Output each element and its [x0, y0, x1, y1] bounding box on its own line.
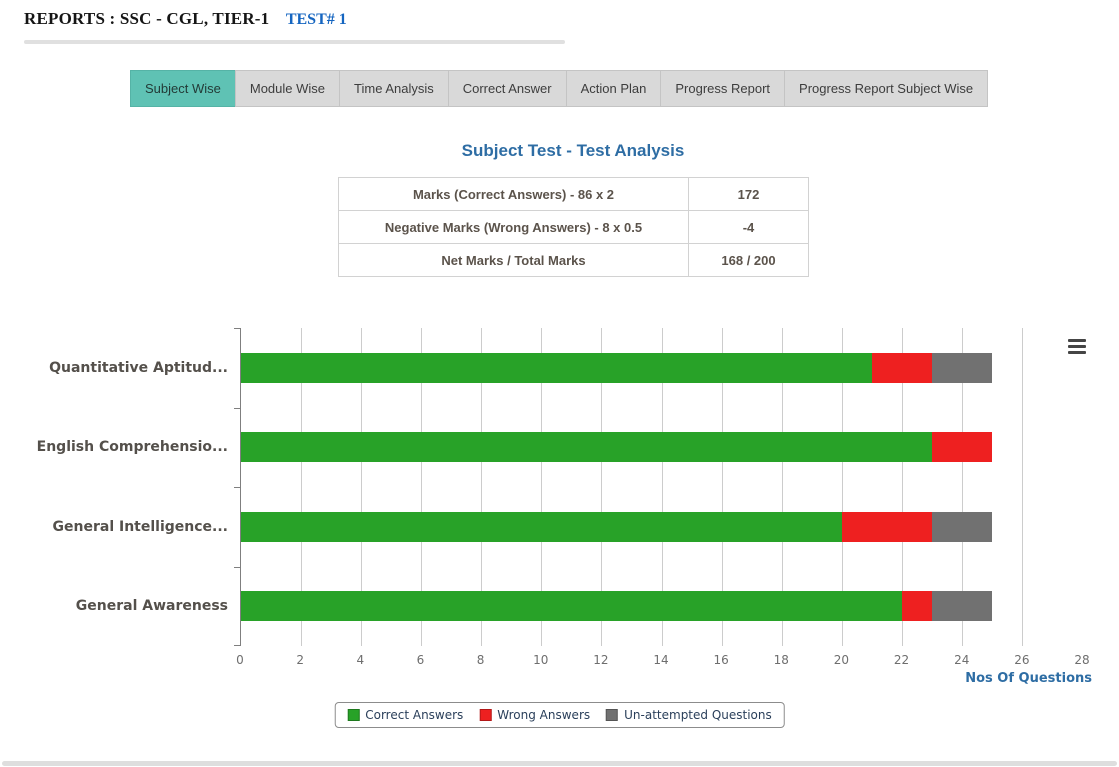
y-axis-label: English Comprehensio...	[0, 408, 233, 488]
x-tick-label: 8	[477, 653, 485, 667]
x-tick-label: 4	[356, 653, 364, 667]
analysis-table: Marks (Correct Answers) - 86 x 2 172 Neg…	[338, 177, 809, 277]
x-tick-label: 24	[954, 653, 969, 667]
table-row: Marks (Correct Answers) - 86 x 2 172	[339, 178, 809, 211]
x-tick-label: 16	[714, 653, 729, 667]
x-tick-label: 10	[533, 653, 548, 667]
stacked-bar	[241, 591, 1082, 621]
bar-segment[interactable]	[241, 432, 932, 462]
x-tick-label: 6	[417, 653, 425, 667]
metric-value: -4	[689, 211, 809, 244]
tab-progress-report[interactable]: Progress Report	[660, 70, 785, 107]
analysis-title: Subject Test - Test Analysis	[338, 141, 808, 161]
bar-segment[interactable]	[241, 353, 872, 383]
bar-segment[interactable]	[932, 512, 992, 542]
tab-bar: Subject Wise Module Wise Time Analysis C…	[130, 70, 988, 107]
metric-value: 172	[689, 178, 809, 211]
x-tick-label: 28	[1074, 653, 1089, 667]
hamburger-icon[interactable]	[1066, 334, 1088, 359]
legend-swatch	[347, 709, 359, 721]
stacked-bar	[241, 353, 1082, 383]
tab-progress-report-subject-wise[interactable]: Progress Report Subject Wise	[784, 70, 988, 107]
bar-row	[241, 487, 1082, 567]
header-underline	[24, 40, 565, 44]
metric-label: Marks (Correct Answers) - 86 x 2	[339, 178, 689, 211]
y-axis-label: Quantitative Aptitud...	[0, 328, 233, 408]
bar-segment[interactable]	[842, 512, 932, 542]
legend-label: Correct Answers	[365, 708, 463, 722]
legend-swatch	[606, 709, 618, 721]
y-axis-tick	[234, 567, 241, 568]
bar-segment[interactable]	[902, 591, 932, 621]
table-row: Net Marks / Total Marks 168 / 200	[339, 244, 809, 277]
stacked-bar	[241, 432, 1082, 462]
metric-value: 168 / 200	[689, 244, 809, 277]
legend-item[interactable]: Un-attempted Questions	[606, 708, 772, 722]
bar-segment[interactable]	[932, 591, 992, 621]
y-axis-label: General Intelligence...	[0, 487, 233, 567]
y-axis-label: General Awareness	[0, 567, 233, 647]
bar-row	[241, 328, 1082, 408]
bar-segment[interactable]	[241, 512, 842, 542]
legend-label: Un-attempted Questions	[624, 708, 772, 722]
x-tick-label: 14	[653, 653, 668, 667]
tab-correct-answer[interactable]: Correct Answer	[448, 70, 567, 107]
x-tick-label: 22	[894, 653, 909, 667]
table-row: Negative Marks (Wrong Answers) - 8 x 0.5…	[339, 211, 809, 244]
legend-item[interactable]: Wrong Answers	[479, 708, 590, 722]
metric-label: Negative Marks (Wrong Answers) - 8 x 0.5	[339, 211, 689, 244]
stacked-bar-chart: Quantitative Aptitud...English Comprehen…	[0, 322, 1119, 732]
x-tick-label: 0	[236, 653, 244, 667]
report-title: REPORTS : SSC - CGL, TIER-1	[24, 9, 269, 28]
y-axis-tick	[234, 487, 241, 488]
tab-module-wise[interactable]: Module Wise	[235, 70, 340, 107]
bar-segment[interactable]	[872, 353, 932, 383]
horizontal-scrollbar[interactable]	[2, 761, 1117, 766]
x-axis-title: Nos Of Questions	[965, 671, 1092, 686]
tab-subject-wise[interactable]: Subject Wise	[130, 70, 236, 107]
x-tick-label: 2	[296, 653, 304, 667]
legend-label: Wrong Answers	[497, 708, 590, 722]
x-tick-label: 12	[593, 653, 608, 667]
x-tick-label: 18	[774, 653, 789, 667]
hamburger-line	[1068, 351, 1086, 354]
tab-time-analysis[interactable]: Time Analysis	[339, 70, 449, 107]
y-axis-tick	[234, 645, 241, 646]
legend-swatch	[479, 709, 491, 721]
y-axis-tick	[234, 408, 241, 409]
tab-action-plan[interactable]: Action Plan	[566, 70, 662, 107]
y-axis-tick	[234, 328, 241, 329]
y-axis-labels: Quantitative Aptitud...English Comprehen…	[0, 328, 233, 646]
bar-segment[interactable]	[932, 353, 992, 383]
bar-row	[241, 567, 1082, 647]
legend-item[interactable]: Correct Answers	[347, 708, 463, 722]
x-axis-ticks: 0246810121416182022242628	[240, 653, 1082, 667]
stacked-bar	[241, 512, 1082, 542]
x-tick-label: 20	[834, 653, 849, 667]
x-tick-label: 26	[1014, 653, 1029, 667]
bar-segment[interactable]	[241, 591, 902, 621]
metric-label: Net Marks / Total Marks	[339, 244, 689, 277]
report-header: REPORTS : SSC - CGL, TIER-1 TEST# 1	[24, 9, 347, 29]
report-test-number[interactable]: TEST# 1	[286, 11, 347, 28]
bar-row	[241, 408, 1082, 488]
chart-legend: Correct Answers Wrong Answers Un-attempted…	[334, 702, 785, 728]
hamburger-line	[1068, 339, 1086, 342]
plot-area	[240, 328, 1082, 646]
bar-segment[interactable]	[932, 432, 992, 462]
hamburger-line	[1068, 345, 1086, 348]
